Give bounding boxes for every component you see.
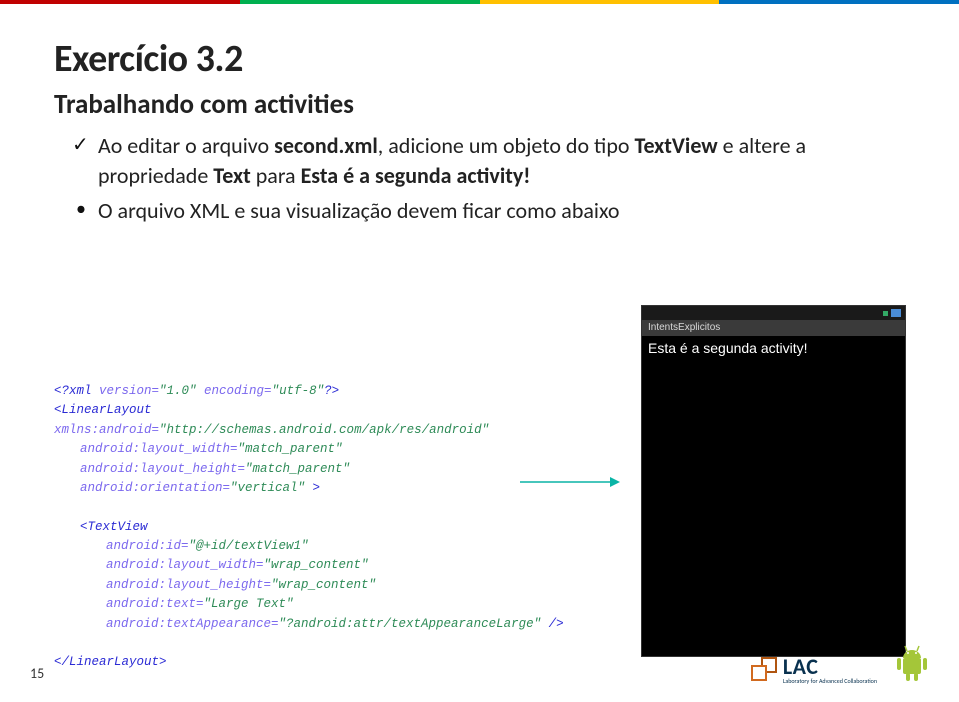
slide-subtitle: Trabalhando com activities [54, 88, 905, 121]
arrow-icon [520, 475, 620, 489]
android-icon [895, 644, 929, 684]
footer-logos: LAC Laboratory for Advanced Collaboratio… [751, 644, 929, 684]
phone-status-bar [642, 306, 905, 320]
lac-logo-text: LAC [783, 656, 877, 678]
lac-logo: LAC Laboratory for Advanced Collaboratio… [751, 656, 877, 684]
text: , adicione um objeto do tipo [378, 132, 635, 159]
bullet-list: Ao editar o arquivo second.xml, adicione… [54, 131, 905, 226]
xml-code-block: <?xml version="1.0" encoding="utf-8"?> <… [54, 382, 594, 673]
phone-app-title: IntentsExplicitos [642, 320, 905, 336]
property-name: Text [213, 162, 250, 189]
text: Ao editar o arquivo [98, 132, 274, 159]
phone-textview: Esta é a segunda activity! [642, 336, 905, 360]
text: para [251, 162, 301, 189]
battery-icon [891, 309, 901, 317]
lac-logo-icon [751, 657, 779, 683]
filename: second.xml [274, 132, 378, 159]
lac-logo-subtext: Laboratory for Advanced Collaboration [783, 678, 877, 684]
status-icon [883, 311, 888, 316]
top-color-bar [0, 0, 959, 4]
phone-preview: IntentsExplicitos Esta é a segunda activ… [641, 305, 906, 657]
bullet-1: Ao editar o arquivo second.xml, adicione… [72, 131, 905, 190]
slide-content: Exercício 3.2 Trabalhando com activities… [0, 0, 959, 226]
slide-title: Exercício 3.2 [54, 36, 905, 82]
property-value: Esta é a segunda activity! [301, 162, 531, 189]
bullet-2: O arquivo XML e sua visualização devem f… [72, 196, 905, 226]
page-number: 15 [30, 665, 44, 682]
classname: TextView [634, 132, 717, 159]
